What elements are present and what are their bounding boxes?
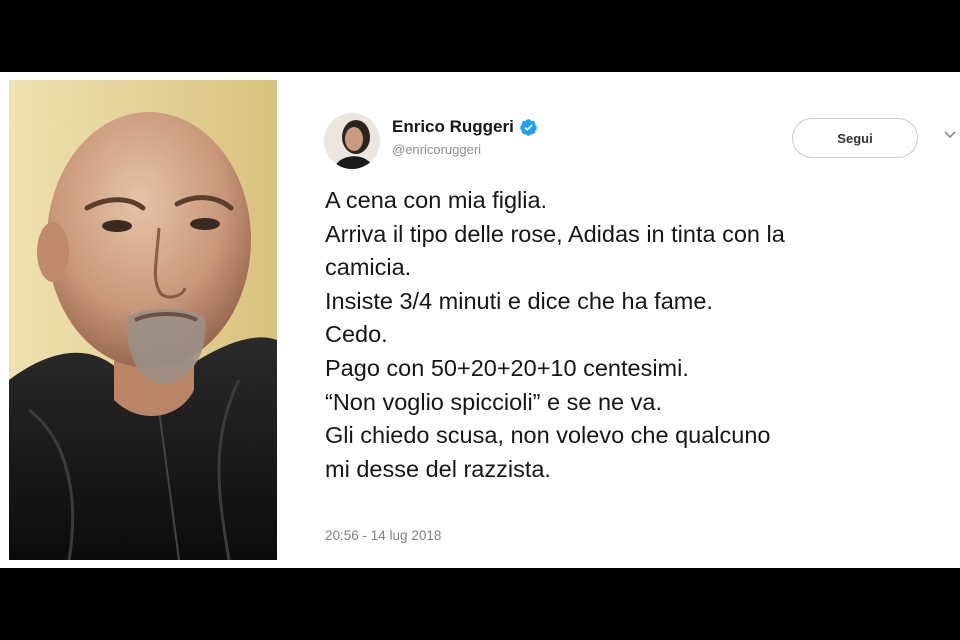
author-handle[interactable]: @enricoruggeri [392,142,481,157]
screenshot-panel: Enrico Ruggeri @enricoruggeri Segui A ce… [0,72,960,568]
portrait-photo [9,80,277,560]
tweet-line: A cena con mia figlia. [325,187,548,213]
tweet-card: Enrico Ruggeri @enricoruggeri Segui A ce… [322,72,960,568]
tweet-line: “Non voglio spiccioli” e se ne va. [325,388,662,415]
author-name-text: Enrico Ruggeri [392,117,514,136]
tweet-text: A cena con mia figlia. Arriva il tipo de… [325,184,957,486]
avatar-image [324,113,380,169]
tweet-timestamp[interactable]: 20:56 - 14 lug 2018 [325,528,441,543]
verified-badge-icon [519,118,538,137]
tweet-line: Cedo. [325,321,388,348]
tweet-line: camicia. [325,254,412,281]
avatar[interactable] [324,113,380,169]
follow-button[interactable]: Segui [792,118,918,158]
tweet-line: mi desse del razzista. [325,455,551,482]
tweet-line: Pago con 50+20+20+10 centesimi. [325,354,689,381]
tweet-line: Gli chiedo scusa, non volevo che qualcun… [325,422,771,449]
author-name[interactable]: Enrico Ruggeri [392,117,538,137]
tweet-line: Insiste 3/4 minuti e dice che ha fame. [325,287,713,314]
tweet-line: Arriva il tipo delle rose, Adidas in tin… [325,220,785,247]
chevron-down-icon[interactable] [944,128,956,142]
portrait-illustration [9,80,277,560]
